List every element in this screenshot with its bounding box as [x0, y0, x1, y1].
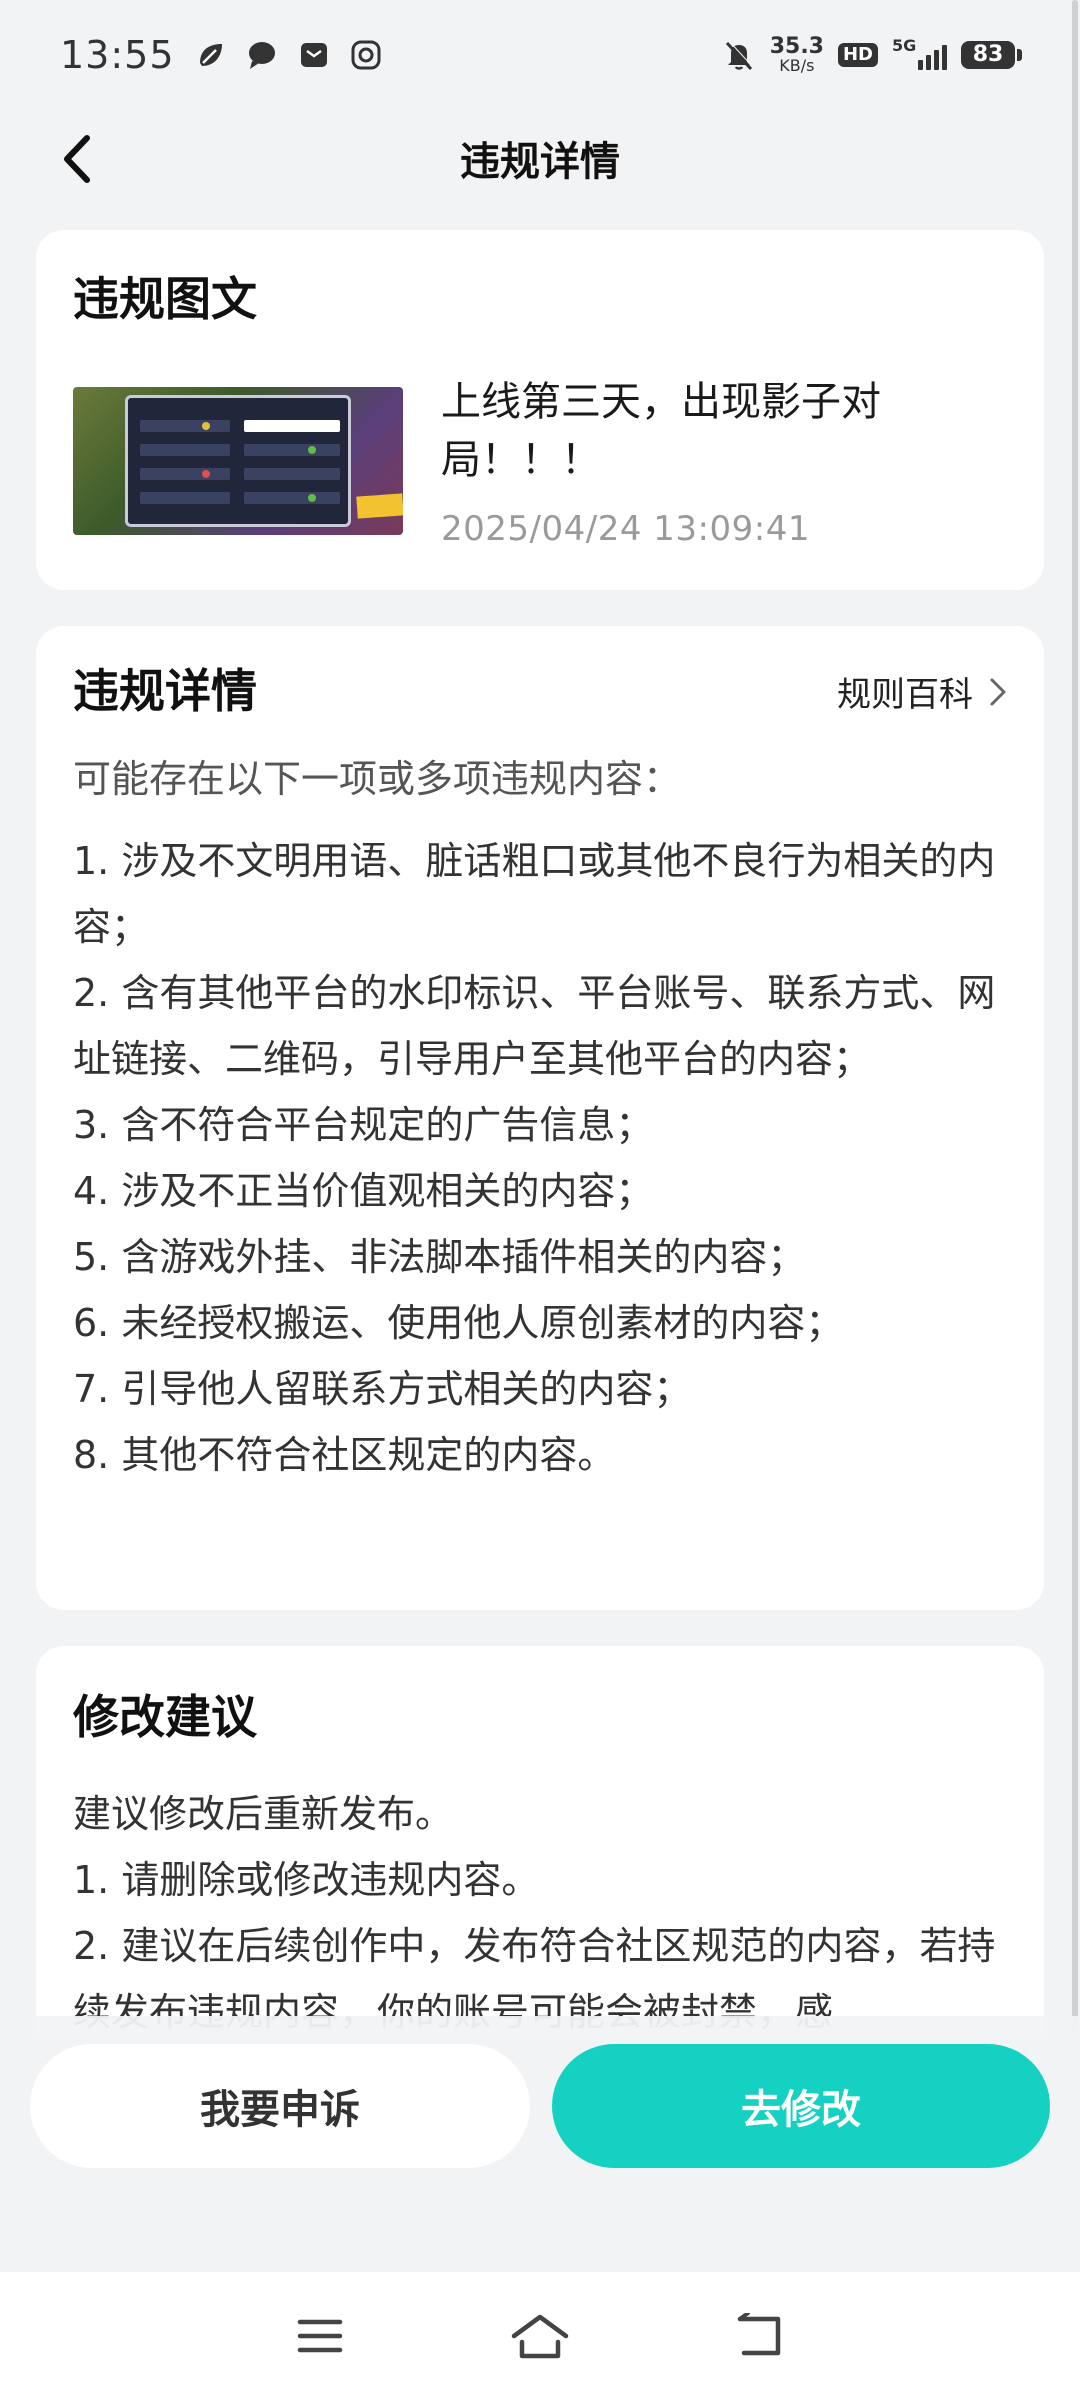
chat-bubble-icon — [245, 38, 279, 72]
violation-detail-card: 违规详情 规则百科 可能存在以下一项或多项违规内容： 1. 涉及不文明用语、脏话… — [36, 626, 1044, 1610]
rule-item: 4. 涉及不正当价值观相关的内容； — [73, 1169, 654, 1214]
home-button[interactable] — [505, 2301, 575, 2371]
camera-icon — [349, 38, 383, 72]
network-type: 5G — [892, 36, 917, 55]
mail-icon — [297, 38, 331, 72]
post-text: 上线第三天，出现影子对局！！！ — [441, 379, 881, 484]
rule-item: 3. 含不符合平台规定的广告信息； — [73, 1103, 654, 1148]
violation-post-card: 违规图文 上线第三天，出现影子对局！！！ 2025/04/24 13:09:41 — [36, 230, 1044, 590]
appeal-button[interactable]: 我要申诉 — [30, 2044, 530, 2168]
header: 违规详情 — [0, 110, 1080, 206]
bottom-action-bar: 我要申诉 去修改 — [0, 2016, 1080, 2268]
menu-button[interactable] — [285, 2301, 355, 2371]
status-left: 13:55 — [60, 33, 383, 77]
chevron-left-icon — [64, 135, 90, 183]
back-nav-button[interactable] — [725, 2301, 795, 2371]
post-card-title: 违规图文 — [73, 272, 257, 326]
battery-level: 83 — [961, 41, 1015, 69]
leaf-icon — [193, 38, 227, 72]
post-row[interactable]: 上线第三天，出现影子对局！！！ 2025/04/24 13:09:41 — [73, 373, 1007, 549]
suggestion-intro: 建议修改后重新发布。 — [73, 1792, 454, 1837]
home-icon — [511, 2314, 569, 2359]
rule-item: 8. 其他不符合社区规定的内容。 — [73, 1433, 616, 1478]
post-thumbnail[interactable] — [73, 387, 403, 536]
rule-item: 6. 未经授权搬运、使用他人原创素材的内容； — [73, 1301, 844, 1346]
battery-icon: 83 — [961, 41, 1022, 69]
rule-item: 7. 引导他人留联系方式相关的内容； — [73, 1367, 692, 1412]
post-info: 上线第三天，出现影子对局！！！ 2025/04/24 13:09:41 — [441, 373, 1007, 549]
back-button[interactable] — [50, 132, 104, 186]
page-title: 违规详情 — [460, 139, 620, 185]
rule-list: 1. 涉及不文明用语、脏话粗口或其他不良行为相关的内容； 2. 含有其他平台的水… — [73, 828, 1007, 1488]
status-bar: 13:55 35.3 KB/s HD 5G 83 — [0, 0, 1080, 110]
detail-intro: 可能存在以下一项或多项违规内容： — [73, 757, 682, 802]
status-right: 35.3 KB/s HD 5G 83 — [722, 36, 1022, 74]
hd-badge: HD — [837, 43, 878, 67]
detail-head: 违规详情 规则百科 — [73, 664, 1007, 719]
system-nav-bar — [0, 2272, 1080, 2400]
edit-button[interactable]: 去修改 — [552, 2044, 1050, 2168]
post-time: 2025/04/24 13:09:41 — [441, 509, 810, 550]
menu-icon — [297, 2319, 343, 2353]
net-speed-value: 35.3 — [769, 34, 824, 59]
back-nav-icon — [737, 2313, 781, 2356]
mute-bell-icon — [722, 38, 756, 72]
net-speed: 35.3 KB/s — [770, 36, 824, 74]
rule-item: 5. 含游戏外挂、非法脚本插件相关的内容； — [73, 1235, 806, 1280]
suggestion-card-title: 修改建议 — [73, 1690, 257, 1744]
rule-item: 2. 含有其他平台的水印标识、平台账号、联系方式、网址链接、二维码，引导用户至其… — [73, 971, 996, 1082]
rule-item: 1. 涉及不文明用语、脏话粗口或其他不良行为相关的内容； — [73, 839, 996, 950]
scrollbar[interactable] — [1072, 0, 1078, 2120]
signal-icon: 5G — [892, 36, 947, 70]
suggestion-item: 1. 请删除或修改违规内容。 — [73, 1858, 540, 1903]
chevron-right-icon — [990, 678, 1006, 706]
rule-wiki-label: 规则百科 — [837, 675, 973, 716]
rule-wiki-link[interactable]: 规则百科 — [837, 667, 1007, 716]
status-time: 13:55 — [60, 33, 175, 77]
net-speed-unit: KB/s — [779, 56, 815, 75]
detail-card-title: 违规详情 — [73, 664, 257, 718]
thumbnail-panel — [125, 395, 351, 528]
